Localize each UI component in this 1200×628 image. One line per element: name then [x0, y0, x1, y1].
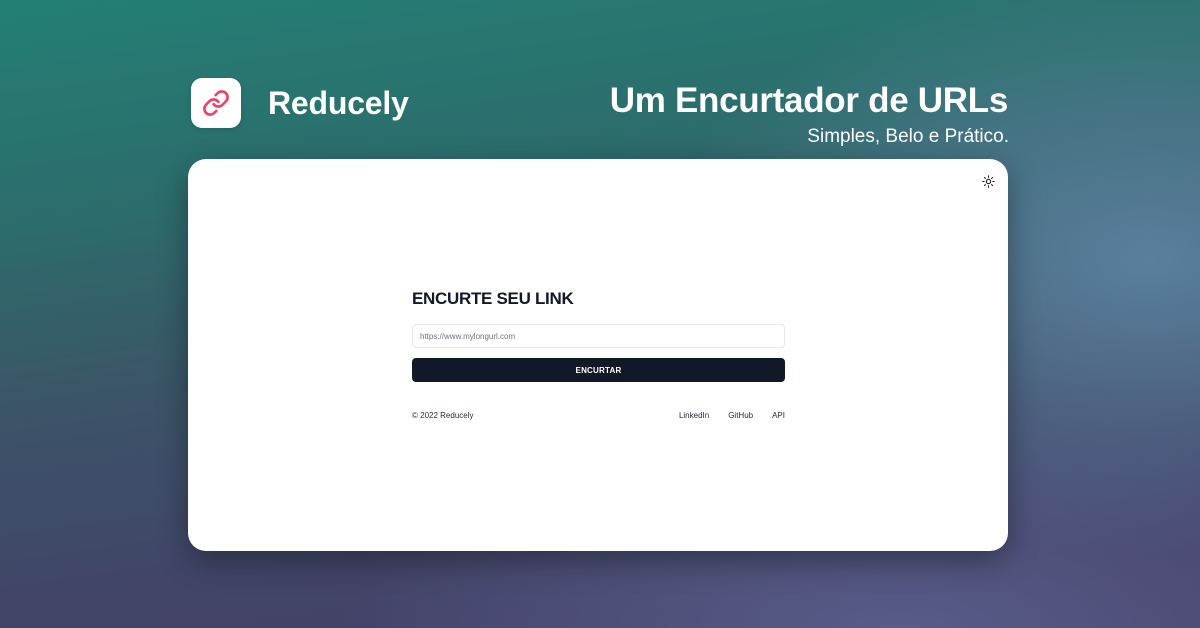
- footer-link-github[interactable]: GitHub: [728, 411, 753, 421]
- footer-link-linkedin[interactable]: LinkedIn: [679, 411, 709, 421]
- shorten-button[interactable]: ENCURTAR: [412, 358, 785, 382]
- hero-tagline: Simples, Belo e Prático.: [807, 126, 1009, 147]
- copyright-text: © 2022 Reducely: [412, 411, 474, 420]
- theme-toggle-button[interactable]: [981, 174, 995, 188]
- sun-icon: [981, 174, 995, 188]
- page-title: ENCURTE SEU LINK: [412, 289, 574, 308]
- hero-headline: Um Encurtador de URLs: [609, 81, 1009, 120]
- brand-logo: [191, 78, 241, 128]
- footer: © 2022 Reducely LinkedIn GitHub API: [412, 411, 785, 421]
- app-window: ENCURTE SEU LINK ENCURTAR © 2022 Reducel…: [188, 159, 1008, 551]
- link-icon: [202, 89, 230, 117]
- footer-link-api[interactable]: API: [772, 411, 785, 421]
- brand-name: Reducely: [268, 85, 409, 121]
- shortener-form: ENCURTE SEU LINK ENCURTAR © 2022 Reducel…: [412, 289, 785, 421]
- footer-links: LinkedIn GitHub API: [679, 411, 785, 421]
- url-input[interactable]: [412, 324, 785, 348]
